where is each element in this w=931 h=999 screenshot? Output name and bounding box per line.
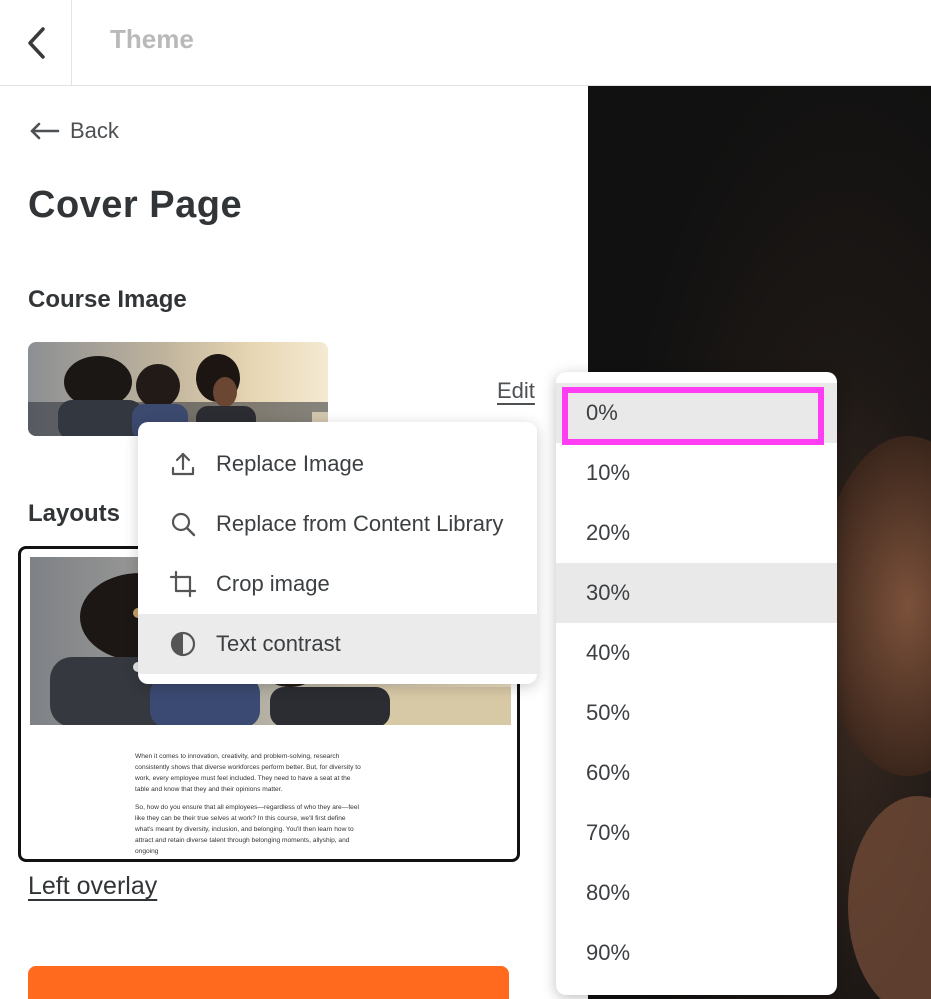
upload-icon xyxy=(168,449,198,479)
layouts-label: Layouts xyxy=(28,500,121,527)
menu-item-text-contrast[interactable]: Text contrast xyxy=(138,614,537,674)
edit-image-link[interactable]: Edit xyxy=(497,378,535,404)
contrast-option-90[interactable]: 90% xyxy=(556,923,837,983)
crop-icon xyxy=(168,569,198,599)
top-bar: Theme xyxy=(0,0,931,86)
primary-action-button[interactable] xyxy=(28,966,509,999)
back-chevron-button[interactable] xyxy=(0,0,72,86)
search-icon xyxy=(168,509,198,539)
text-contrast-dropdown: 0% 10% 20% 30% 40% 50% 60% 70% 80% 90% xyxy=(556,372,837,995)
back-label: Back xyxy=(70,118,119,143)
course-image-label: Course Image xyxy=(28,286,187,313)
contrast-option-0[interactable]: 0% xyxy=(556,383,837,445)
contrast-option-50[interactable]: 50% xyxy=(556,683,837,743)
layout-preview-text: When it comes to innovation, creativity,… xyxy=(135,751,365,859)
contrast-option-10[interactable]: 10% xyxy=(556,443,837,503)
menu-item-replace-from-library[interactable]: Replace from Content Library xyxy=(138,494,537,554)
menu-item-label: Replace Image xyxy=(216,451,364,476)
menu-item-label: Crop image xyxy=(216,571,330,596)
chevron-left-icon xyxy=(27,27,45,59)
image-context-menu: Replace Image Replace from Content Libra… xyxy=(138,422,537,684)
menu-item-replace-image[interactable]: Replace Image xyxy=(138,434,537,494)
menu-item-crop-image[interactable]: Crop image xyxy=(138,554,537,614)
contrast-option-40[interactable]: 40% xyxy=(556,623,837,683)
layout-preview-paragraph: So, how do you ensure that all employees… xyxy=(135,804,359,855)
contrast-option-20[interactable]: 20% xyxy=(556,503,837,563)
header-title: Theme xyxy=(110,24,194,54)
menu-item-label: Text contrast xyxy=(216,631,341,656)
page-title: Cover Page xyxy=(28,184,243,226)
contrast-option-60[interactable]: 60% xyxy=(556,743,837,803)
contrast-option-80[interactable]: 80% xyxy=(556,863,837,923)
back-link[interactable]: Back xyxy=(28,118,119,144)
contrast-option-70[interactable]: 70% xyxy=(556,803,837,863)
menu-item-label: Replace from Content Library xyxy=(216,511,504,536)
contrast-icon xyxy=(168,629,198,659)
layout-name-link[interactable]: Left overlay xyxy=(28,872,157,901)
arrow-left-icon xyxy=(30,122,60,140)
contrast-option-30[interactable]: 30% xyxy=(556,563,837,623)
layout-preview-paragraph: When it comes to innovation, creativity,… xyxy=(135,753,361,793)
